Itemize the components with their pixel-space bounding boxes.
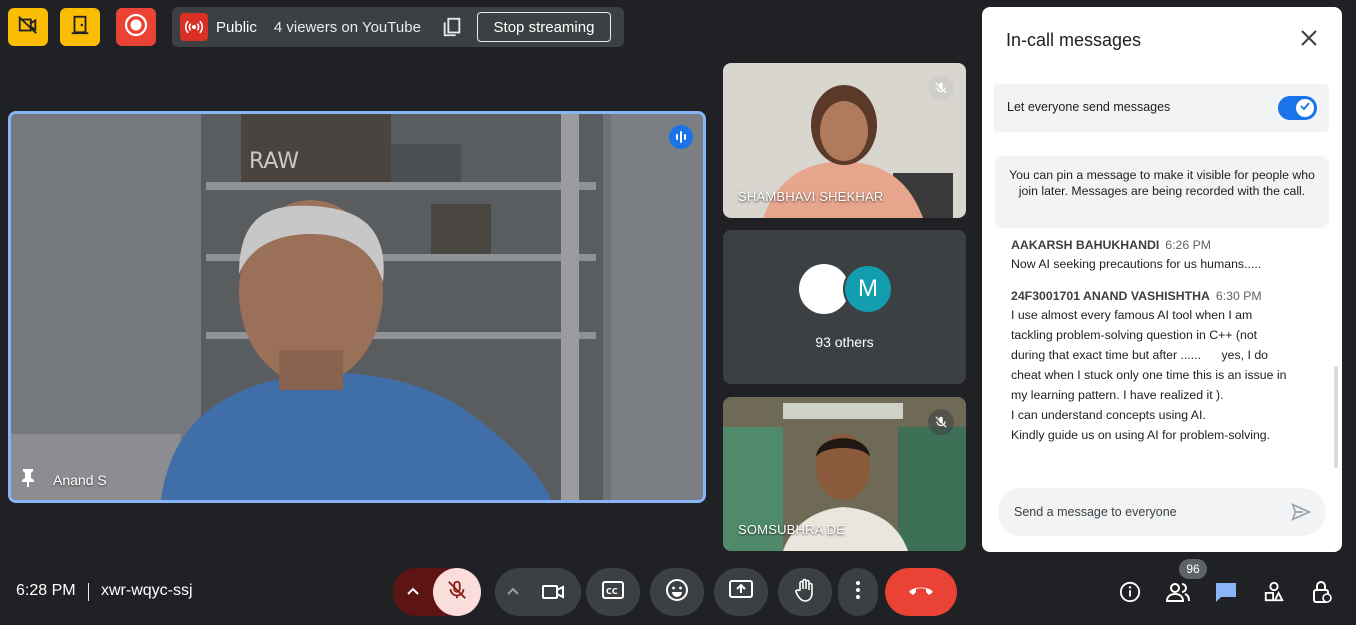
camera-options-chevron-icon[interactable] bbox=[505, 582, 521, 607]
message-text: tackling problem-solving question in C++… bbox=[1011, 328, 1258, 342]
participant-label: Anand S bbox=[19, 467, 107, 492]
camera-off-icon bbox=[17, 14, 39, 41]
more-options-button[interactable] bbox=[838, 568, 878, 616]
door-exit-icon bbox=[69, 14, 91, 41]
stream-visibility: Public bbox=[216, 18, 257, 36]
message-text: Kindly guide us on using AI for problem-… bbox=[1011, 428, 1271, 442]
participant-name: Anand S bbox=[53, 471, 107, 488]
chat-message: AAKARSH BAHUKHANDI 6:26 PM Now AI seeking… bbox=[1011, 236, 1311, 274]
let-everyone-send-toggle[interactable] bbox=[1278, 96, 1317, 120]
toggle-knob bbox=[1296, 99, 1314, 117]
message-text: I can understand concepts using AI. bbox=[1011, 408, 1206, 422]
raise-hand-icon bbox=[794, 578, 816, 607]
message-text: my learning pattern. I have realized it … bbox=[1011, 388, 1224, 402]
mic-muted-icon bbox=[928, 75, 954, 101]
recording-button[interactable] bbox=[116, 8, 156, 46]
mic-off-icon bbox=[446, 579, 468, 606]
viewer-count: 4 viewers on YouTube bbox=[273, 18, 421, 36]
check-icon bbox=[1299, 99, 1311, 117]
present-button[interactable] bbox=[714, 568, 768, 616]
message-text: during that exact time but after ...... … bbox=[1011, 348, 1268, 362]
message-input[interactable]: Send a message to everyone bbox=[998, 488, 1326, 536]
copy-link-icon[interactable] bbox=[441, 16, 463, 38]
end-call-icon bbox=[907, 583, 935, 602]
message-text: I use almost every famous AI tool when I… bbox=[1011, 308, 1253, 322]
message-scrollbar[interactable] bbox=[1334, 366, 1338, 468]
close-icon bbox=[1300, 29, 1318, 52]
message-sender: AAKARSH BAHUKHANDI bbox=[1011, 238, 1160, 252]
others-tile[interactable]: M 93 others bbox=[723, 230, 966, 384]
meeting-code: xwr-wqyc-ssj bbox=[101, 582, 193, 599]
present-icon bbox=[729, 579, 753, 605]
door-button[interactable] bbox=[60, 8, 100, 46]
people-icon[interactable] bbox=[1165, 579, 1191, 605]
captions-button[interactable]: CC bbox=[586, 568, 640, 616]
meeting-info-icon[interactable] bbox=[1117, 579, 1143, 605]
message-input-placeholder: Send a message to everyone bbox=[1014, 505, 1177, 519]
message-list: AAKARSH BAHUKHANDI 6:26 PM Now AI seeking… bbox=[1011, 236, 1311, 458]
message-header: AAKARSH BAHUKHANDI 6:26 PM bbox=[1011, 236, 1311, 254]
reactions-button[interactable] bbox=[650, 568, 704, 616]
streaming-bar: Public 4 viewers on YouTube Stop streami… bbox=[172, 7, 624, 47]
mic-muted-icon bbox=[928, 409, 954, 435]
stop-streaming-button[interactable]: Stop streaming bbox=[477, 12, 611, 42]
message-permission-row: Let everyone send messages bbox=[994, 84, 1329, 132]
host-controls-icon[interactable] bbox=[1309, 579, 1335, 605]
message-time: 6:26 PM bbox=[1165, 238, 1212, 252]
current-time: 6:28 PM bbox=[16, 582, 76, 599]
svg-text:CC: CC bbox=[606, 587, 618, 596]
main-video-tile[interactable]: RAW Anand S bbox=[8, 111, 706, 503]
participant-tile-shambhavi[interactable]: SHAMBHAVI SHEKHAR bbox=[723, 63, 966, 218]
mic-options-chevron-icon[interactable] bbox=[405, 582, 421, 607]
chat-message: 24F3001701 ANAND VASHISHTHA 6:30 PM I use… bbox=[1011, 287, 1311, 445]
more-options-icon bbox=[855, 580, 861, 605]
participant-name: SHAMBHAVI SHEKHAR bbox=[738, 189, 884, 204]
people-count-badge: 96 bbox=[1179, 559, 1207, 579]
message-sender: 24F3001701 ANAND VASHISHTHA bbox=[1011, 289, 1210, 303]
camera-icon[interactable] bbox=[541, 581, 565, 608]
pin-icon[interactable] bbox=[19, 467, 37, 492]
message-text: Now AI seeking precautions for us humans… bbox=[1011, 257, 1262, 271]
others-count: 93 others bbox=[815, 334, 874, 350]
avatar: M bbox=[843, 264, 893, 314]
camera-control bbox=[495, 568, 581, 616]
avatar bbox=[799, 264, 849, 314]
divider bbox=[88, 583, 89, 601]
pin-info-notice: You can pin a message to make it visible… bbox=[995, 156, 1329, 228]
toggle-label: Let everyone send messages bbox=[1007, 100, 1171, 114]
live-stream-icon bbox=[180, 13, 208, 41]
participant-name: SOMSUBHRA DE bbox=[738, 522, 846, 537]
emoji-icon bbox=[665, 578, 689, 607]
speaking-indicator-icon bbox=[669, 125, 693, 149]
captions-icon: CC bbox=[602, 580, 624, 604]
record-icon bbox=[124, 13, 148, 42]
close-panel-button[interactable] bbox=[1296, 27, 1322, 53]
microphone-control bbox=[393, 568, 481, 616]
in-call-messages-panel: In-call messages Let everyone send messa… bbox=[982, 7, 1342, 552]
activities-icon[interactable] bbox=[1261, 579, 1287, 605]
panel-title: In-call messages bbox=[1006, 30, 1142, 50]
raise-hand-button[interactable] bbox=[778, 568, 832, 616]
participant-tile-somsubhra[interactable]: SOMSUBHRA DE bbox=[723, 397, 966, 551]
mic-toggle-button[interactable] bbox=[433, 568, 481, 616]
camera-off-button[interactable] bbox=[8, 8, 48, 46]
message-time: 6:30 PM bbox=[1215, 289, 1262, 303]
message-header: 24F3001701 ANAND VASHISHTHA 6:30 PM bbox=[1011, 287, 1311, 305]
participant-video: RAW bbox=[11, 114, 703, 500]
send-icon[interactable] bbox=[1290, 501, 1312, 528]
message-text: cheat when I stuck only one time this is… bbox=[1011, 368, 1287, 382]
svg-text:RAW: RAW bbox=[249, 149, 299, 174]
chat-icon[interactable] bbox=[1213, 579, 1239, 605]
leave-call-button[interactable] bbox=[885, 568, 957, 616]
